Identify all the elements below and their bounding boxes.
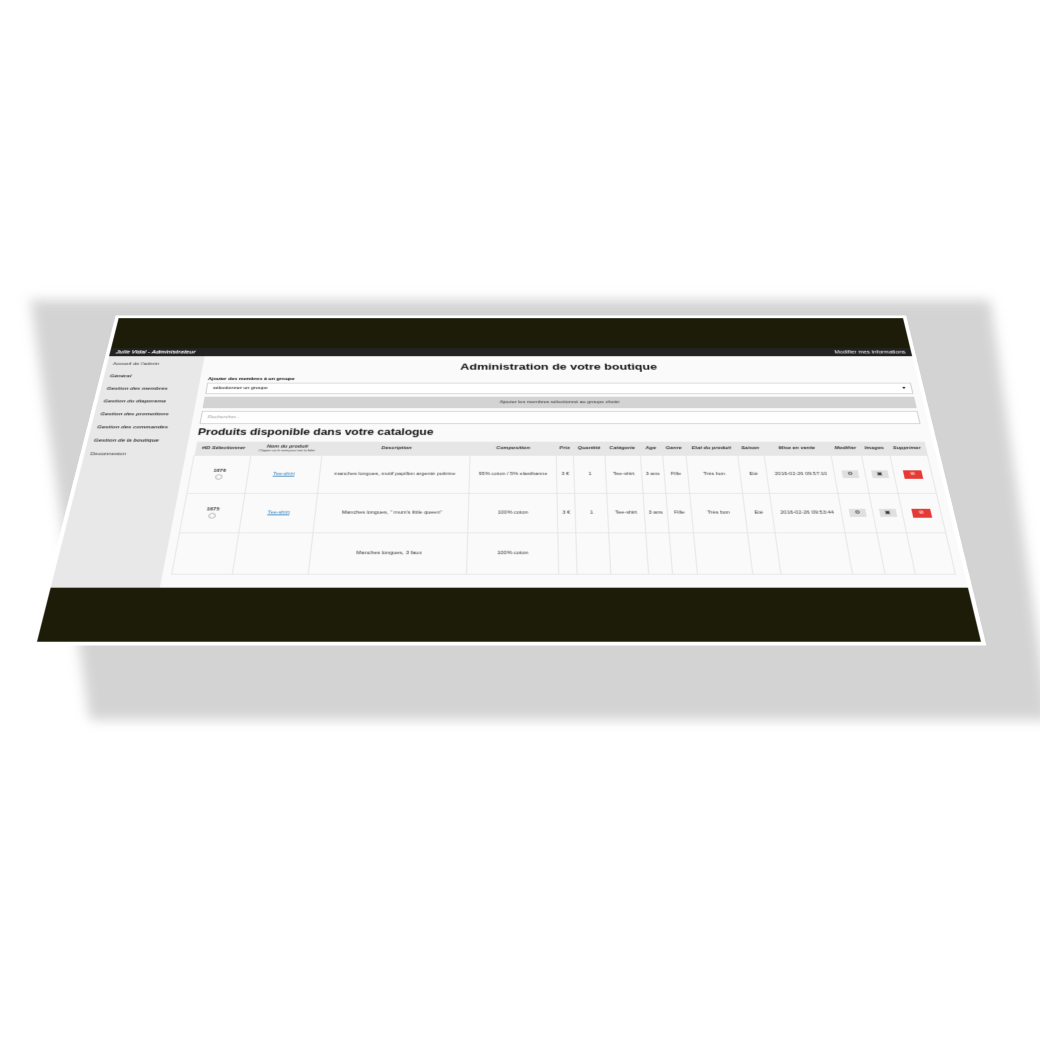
group-label: Ajouter des membres à un groupe <box>207 377 295 382</box>
search-input[interactable]: Rechercher... <box>199 410 921 424</box>
row-category: Tee-shirt <box>606 493 646 533</box>
group-select-value: sélectionner un groupe <box>212 386 268 391</box>
product-link[interactable]: Tee-shirt <box>273 472 295 477</box>
col-price: Prix <box>555 441 574 456</box>
group-select[interactable]: sélectionner un groupe ▾ <box>205 382 914 394</box>
col-name: Nom du produit Cliquez sur le nom pour vo… <box>250 441 324 456</box>
gear-icon[interactable]: ⚙ <box>841 470 860 479</box>
select-radio[interactable] <box>214 474 223 480</box>
row-name-cell: Tee-shirt <box>238 493 318 533</box>
products-table: #ID Sélectionner Nom du produit Cliquez s… <box>171 441 956 575</box>
row-delete-cell: ⊘ <box>897 493 946 533</box>
product-link[interactable]: Tee-shirt <box>267 510 290 515</box>
col-qty: Quantité <box>573 441 606 456</box>
sidebar-item-boutique[interactable]: Gestion de la boutique <box>86 434 190 447</box>
row-qty <box>575 532 611 575</box>
row-description: Manches longues, " mum's little queen" <box>313 493 469 533</box>
image-icon[interactable]: ▣ <box>870 470 889 479</box>
sidebar-item-accueil[interactable]: Accueil de l'admin <box>105 358 204 370</box>
row-price: 3 € <box>556 455 575 494</box>
page-title: Administration de votre boutique <box>460 361 658 372</box>
row-description: Manches longues, 3 faux <box>308 532 468 575</box>
sidebar-item-general[interactable]: Général <box>102 370 202 382</box>
bottom-band <box>36 587 981 642</box>
main-content: Administration de votre boutique Ajouter… <box>158 356 970 595</box>
row-state <box>693 532 753 575</box>
col-season: Saison <box>736 441 765 456</box>
sidebar-item-membres[interactable]: Gestion des membres <box>99 383 199 396</box>
row-id: 1676 <box>212 468 227 474</box>
row-date: 2016-02-26 09:53:44 <box>769 493 846 533</box>
row-composition: 100% coton <box>466 532 559 575</box>
col-name-sub: Cliquez sur le nom pour voir la fiche <box>258 449 316 453</box>
edit-profile-link[interactable]: Modifier mes informations <box>834 350 906 355</box>
row-name-cell <box>232 532 314 575</box>
delete-icon[interactable]: ⊘ <box>902 469 923 479</box>
row-qty: 1 <box>574 493 609 533</box>
row-category <box>608 532 649 575</box>
row-qty: 1 <box>573 455 607 494</box>
col-delete: Supprimer <box>886 441 928 456</box>
delete-icon[interactable]: ⊘ <box>911 508 932 518</box>
row-id-cell: 1675 <box>179 493 245 533</box>
row-category: Tee-shirt <box>605 455 643 494</box>
col-category: Catégorie <box>604 441 641 456</box>
col-images: Images <box>859 441 890 456</box>
row-age <box>645 532 673 575</box>
row-composition: 100% coton <box>467 493 558 533</box>
row-id-cell <box>171 532 239 575</box>
sidebar-item-commandes[interactable]: Gestion des commandes <box>89 421 192 434</box>
row-date <box>775 532 854 575</box>
top-band <box>111 318 911 349</box>
gear-icon[interactable]: ⚙ <box>848 508 867 517</box>
row-state: Très bon <box>689 493 748 533</box>
sidebar-item-promotions[interactable]: Gestion des promotions <box>93 408 195 421</box>
col-gender: Genre <box>661 441 687 456</box>
sidebar-item-diaporama[interactable]: Gestion du diaporama <box>96 395 197 408</box>
row-age: 3 ans <box>640 455 666 494</box>
stage: Julie Vidal - Administrateur Modifier me… <box>0 0 1040 1040</box>
table-header-row: #ID Sélectionner Nom du produit Cliquez s… <box>194 441 928 456</box>
catalog-title: Produits disponible dans votre catalogue <box>197 426 434 438</box>
table-row: 1675 Tee-shirt Manches longues, " mum's … <box>179 493 946 533</box>
table-row: Manches longues, 3 faux 100% coton <box>171 532 956 575</box>
col-description: Description <box>322 441 471 456</box>
sidebar-item-deconnexion[interactable]: Deconnexion <box>83 448 187 462</box>
row-price <box>557 532 578 575</box>
col-state: Etat du produit <box>684 441 738 456</box>
add-members-button[interactable]: Ajouter les membres sélectionné au group… <box>202 396 917 409</box>
row-delete-cell <box>906 532 956 575</box>
row-state: Très bon <box>686 455 743 494</box>
col-id: #ID Sélectionner <box>194 441 253 456</box>
user-name: Julie Vidal - Administrateur <box>115 349 197 355</box>
row-composition: 95% coton / 5% elasthanne <box>468 455 558 494</box>
navbar: Julie Vidal - Administrateur Modifier me… <box>109 348 913 357</box>
row-age: 3 ans <box>642 493 669 533</box>
col-composition: Composition <box>469 441 557 456</box>
row-price: 3 € <box>557 493 576 533</box>
chevron-down-icon: ▾ <box>902 386 906 391</box>
layout: Accueil de l'admin Général Gestion des m… <box>48 356 970 595</box>
col-edit: Modifier <box>829 441 863 456</box>
table-row: 1676 Tee-shirt manches longues, motif pa… <box>186 455 937 494</box>
image-icon[interactable]: ▣ <box>878 508 897 517</box>
row-name-cell: Tee-shirt <box>244 455 323 494</box>
row-gender: Fille <box>665 493 694 533</box>
select-radio[interactable] <box>207 512 217 519</box>
screen: Julie Vidal - Administrateur Modifier me… <box>36 318 981 642</box>
col-age: Age <box>639 441 663 456</box>
row-date: 2016-02-26 09:57:10 <box>764 455 839 494</box>
row-gender: Fille <box>662 455 690 494</box>
row-description: manches longues, motif papillon argenté … <box>317 455 470 494</box>
row-id: 1675 <box>206 507 220 513</box>
row-id-cell: 1676 <box>186 455 251 494</box>
col-date: Mise en vente <box>762 441 832 456</box>
row-delete-cell: ⊘ <box>889 455 937 494</box>
